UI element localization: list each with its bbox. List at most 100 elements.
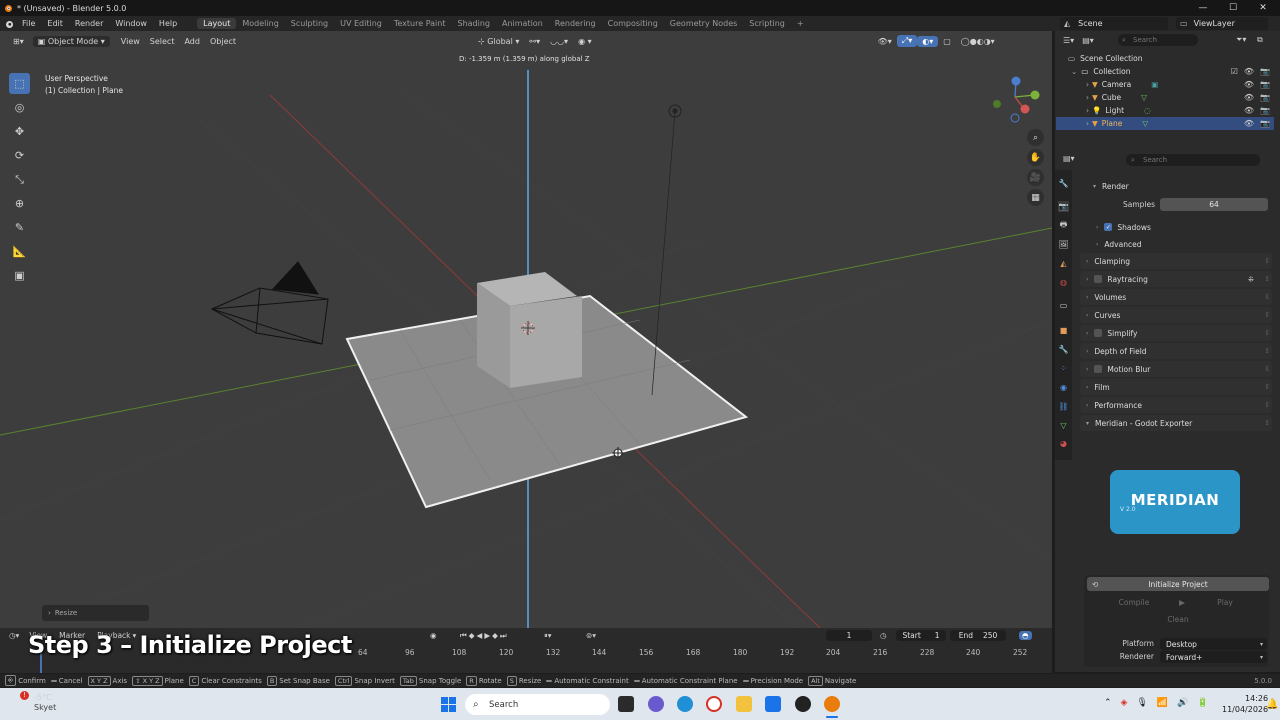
github-icon[interactable] bbox=[795, 696, 811, 712]
close-icon[interactable]: ✕ bbox=[1248, 0, 1278, 16]
section-volumes[interactable]: › Volumes ⁞⁞ bbox=[1080, 289, 1272, 305]
scene-selector[interactable]: ◭ Scene bbox=[1060, 17, 1168, 30]
maximize-icon[interactable]: ☐ bbox=[1218, 0, 1248, 16]
section-curves[interactable]: › Curves ⁞⁞ bbox=[1080, 307, 1272, 323]
initialize-project-button[interactable]: ⟲ Initialize Project bbox=[1087, 577, 1269, 591]
section-depth-of-field[interactable]: › Depth of Field ⁞⁞ bbox=[1080, 343, 1272, 359]
3d-viewport[interactable] bbox=[0, 31, 1052, 628]
network-icon[interactable]: 📶 bbox=[1157, 698, 1168, 708]
collection-visibility-icons[interactable]: ☑ 👁 📷 bbox=[1231, 67, 1270, 76]
task-view-icon[interactable] bbox=[618, 696, 634, 712]
camera-view-icon[interactable]: 🎥 bbox=[1027, 169, 1044, 186]
pan-hand-icon[interactable]: ✋ bbox=[1027, 149, 1044, 166]
camera-render-icon[interactable]: 📷 bbox=[1260, 119, 1270, 128]
select-box-tool-icon[interactable]: ⬚ bbox=[9, 73, 30, 94]
blender-menu-icon[interactable] bbox=[4, 19, 14, 29]
constraints-tab-icon[interactable]: ⛓ bbox=[1058, 401, 1069, 412]
drag-handle-icon[interactable]: ⁞⁞ bbox=[1266, 383, 1270, 391]
eye-icon[interactable]: 👁 bbox=[1244, 93, 1254, 102]
properties-editor-icon[interactable]: ▤▾ bbox=[1063, 154, 1075, 163]
camera-render-icon[interactable]: 📷 bbox=[1260, 93, 1270, 102]
outliner-search-input[interactable]: ⌕ Search bbox=[1118, 34, 1198, 46]
output-tab-icon[interactable]: 🖶 bbox=[1058, 220, 1069, 231]
end-frame-field[interactable]: End 250 bbox=[950, 630, 1006, 641]
new-collection-icon[interactable]: ⧉ bbox=[1257, 35, 1263, 45]
rotate-tool-icon[interactable]: ⟳ bbox=[9, 145, 30, 166]
eye-icon[interactable]: 👁 bbox=[1244, 80, 1254, 89]
tray-app-icon[interactable]: ◈ bbox=[1121, 698, 1128, 708]
clean-button[interactable]: Clean bbox=[1087, 612, 1269, 626]
filter-icon[interactable]: ⏷▾ bbox=[1236, 35, 1246, 45]
eye-icon[interactable]: 👁 bbox=[1244, 119, 1254, 128]
visibility-icon[interactable]: 👁▾ bbox=[873, 36, 897, 47]
cursor-tool-icon[interactable]: ◎ bbox=[9, 97, 30, 118]
overlay-toggle-icon[interactable]: ◐▾ bbox=[917, 35, 939, 47]
start-frame-field[interactable]: Start 1 bbox=[896, 630, 946, 641]
record-icon[interactable]: ◉ bbox=[430, 631, 437, 640]
editor-type-icon[interactable]: ⊞▾ bbox=[8, 36, 29, 47]
next-key-icon[interactable]: ◆ bbox=[492, 631, 500, 640]
tab-sculpting[interactable]: Sculpting bbox=[285, 18, 334, 29]
menu-edit[interactable]: Edit bbox=[41, 19, 69, 28]
drag-handle-icon[interactable]: ⁞⁞ bbox=[1266, 311, 1270, 319]
xray-icon[interactable]: ▢ bbox=[938, 36, 956, 47]
compile-button[interactable]: Compile bbox=[1087, 595, 1181, 609]
collection-tab-icon[interactable]: ▭ bbox=[1058, 300, 1069, 311]
properties-search-input[interactable]: ⌕ Search bbox=[1126, 154, 1260, 166]
minimize-icon[interactable]: — bbox=[1188, 0, 1218, 16]
section-motion-blur[interactable]: › Motion Blur ⁞⁞ bbox=[1080, 361, 1272, 377]
plane-visibility-icons[interactable]: 👁 📷 bbox=[1244, 119, 1270, 128]
presets-icon[interactable]: ⁜ bbox=[1248, 275, 1254, 284]
zoom-icon[interactable]: ⌕ bbox=[1027, 129, 1044, 146]
drag-handle-icon[interactable]: ⁞⁞ bbox=[1266, 275, 1270, 283]
light-visibility-icons[interactable]: 👁 📷 bbox=[1244, 106, 1270, 115]
tab-texture-paint[interactable]: Texture Paint bbox=[388, 18, 452, 29]
chevron-right-icon[interactable]: › bbox=[1086, 119, 1089, 128]
tab-animation[interactable]: Animation bbox=[496, 18, 549, 29]
physics-tab-icon[interactable]: ◉ bbox=[1058, 382, 1069, 393]
renderer-dropdown[interactable]: Forward+ ▾ bbox=[1160, 651, 1267, 663]
taskbar-search-input[interactable]: ⌕ Search bbox=[465, 694, 610, 715]
display-mode-icon[interactable]: ▤▾ bbox=[1082, 36, 1094, 45]
drag-handle-icon[interactable]: ⁞⁞ bbox=[1266, 257, 1270, 265]
platform-dropdown[interactable]: Desktop ▾ bbox=[1160, 638, 1267, 650]
auto-keying-icon[interactable]: ⊚▾ bbox=[586, 631, 596, 640]
view-layer-tab-icon[interactable]: 🖼 bbox=[1058, 239, 1069, 250]
transform-tool-icon[interactable]: ⊕ bbox=[9, 193, 30, 214]
drag-handle-icon[interactable]: ⁞⁞ bbox=[1266, 365, 1270, 373]
proportional-edit-icon[interactable]: ◉ ▾ bbox=[573, 36, 597, 47]
add-cube-tool-icon[interactable]: ▣ bbox=[9, 265, 30, 286]
section-film[interactable]: › Film ⁞⁞ bbox=[1080, 379, 1272, 395]
gizmo-toggle-icon[interactable]: ⤢▾ bbox=[896, 35, 918, 47]
snap-icon[interactable]: ◡◡▾ bbox=[545, 36, 573, 47]
drag-handle-icon[interactable]: ⁞⁞ bbox=[1266, 419, 1270, 427]
outliner-item-cube[interactable]: › ▼ Cube ▽ 👁 📷 bbox=[1056, 91, 1274, 104]
outliner-item-light[interactable]: › 💡 Light ◌ 👁 📷 bbox=[1056, 104, 1274, 117]
section-raytracing[interactable]: › Raytracing ⁜ ⁞⁞ bbox=[1080, 271, 1272, 287]
transform-orientation-selector[interactable]: ⊹ Global ▾ bbox=[473, 36, 524, 47]
grid-view-icon[interactable]: ▦ bbox=[1027, 189, 1044, 206]
drag-handle-icon[interactable]: ⁞⁞ bbox=[1266, 329, 1270, 337]
tab-modeling[interactable]: Modeling bbox=[236, 18, 284, 29]
timeline-editor-icon[interactable]: ◷▾ bbox=[9, 631, 19, 640]
menu-help[interactable]: Help bbox=[153, 19, 183, 28]
keyframe-icon[interactable]: ⏸▾ bbox=[544, 631, 552, 641]
chevron-right-icon[interactable]: › bbox=[1086, 80, 1089, 89]
material-tab-icon[interactable]: ◕ bbox=[1058, 438, 1069, 449]
object-tab-icon[interactable]: ■ bbox=[1058, 325, 1069, 336]
battery-icon[interactable]: 🔋 bbox=[1197, 698, 1208, 708]
windows-start-icon[interactable] bbox=[441, 697, 456, 712]
add-workspace-icon[interactable]: + bbox=[791, 18, 810, 29]
pivot-icon[interactable]: ⚯▾ bbox=[524, 36, 545, 47]
move-tool-icon[interactable]: ✥ bbox=[9, 121, 30, 142]
drag-handle-icon[interactable]: ⁞⁞ bbox=[1266, 293, 1270, 301]
world-tab-icon[interactable]: ◍ bbox=[1058, 277, 1069, 288]
render-subpanel-header[interactable]: ▾ Render bbox=[1087, 178, 1272, 194]
mode-selector[interactable]: ▣ Object Mode ▾ bbox=[32, 35, 110, 47]
menu-add[interactable]: Add bbox=[179, 36, 205, 47]
system-tray[interactable]: ⌃ ◈ 🎙 📶 🔊 🔋 bbox=[1104, 698, 1209, 708]
playback-controls[interactable]: ⏮◆◀▶◆⏭ bbox=[460, 631, 509, 641]
section-meridian-exporter[interactable]: ▾ Meridian - Godot Exporter ⁞⁞ bbox=[1080, 415, 1272, 431]
tray-chevron-up-icon[interactable]: ⌃ bbox=[1104, 698, 1112, 708]
samples-field[interactable]: 64 bbox=[1160, 198, 1268, 211]
